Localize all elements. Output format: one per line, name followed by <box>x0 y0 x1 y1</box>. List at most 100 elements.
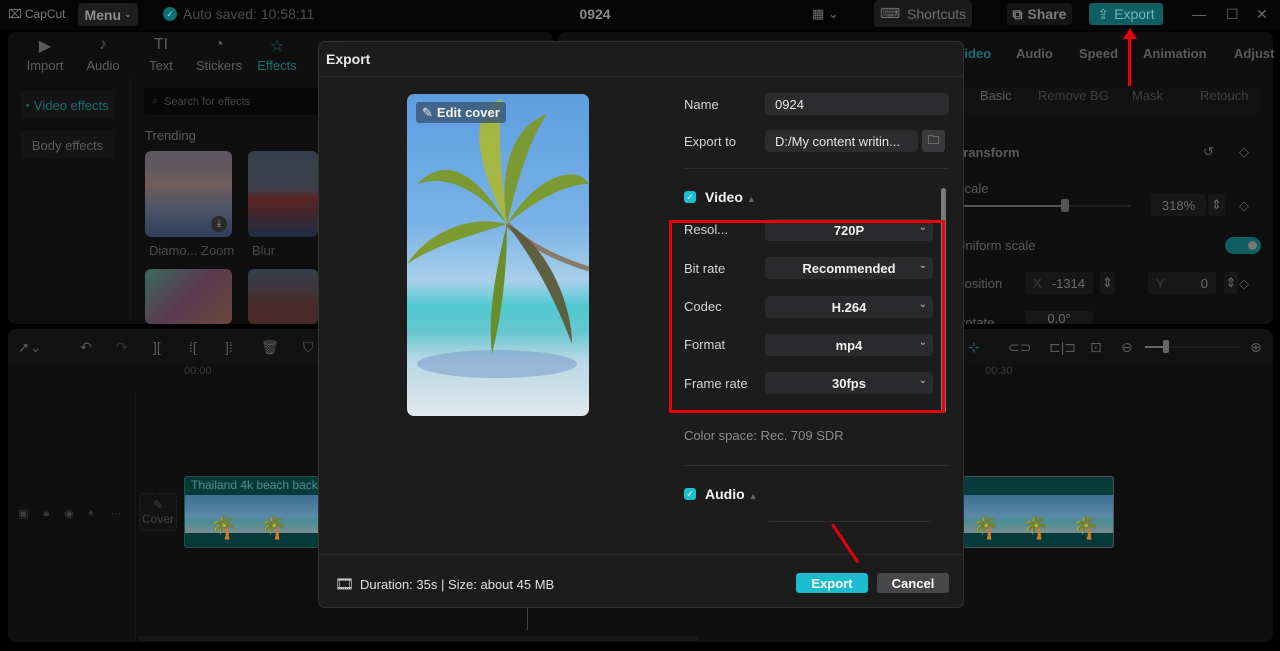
horizontal-scrollbar[interactable] <box>138 636 698 641</box>
menu-button[interactable]: Menu ⌄ <box>78 3 138 26</box>
tab-stickers[interactable]: ◔ Stickers <box>190 36 248 73</box>
zoom-slider[interactable] <box>1145 340 1240 353</box>
align-icon[interactable]: ⊏|⊐ <box>1049 339 1076 356</box>
edit-icon: ✎ <box>152 498 164 512</box>
redo-icon[interactable]: ↷ <box>116 339 128 356</box>
effect-thumbnail[interactable]: ⤓ <box>145 151 232 237</box>
video-checkbox[interactable]: ✓ <box>684 191 696 203</box>
uniform-scale-label: Uniform scale <box>956 238 1036 253</box>
film-icon: 🎞︎ <box>335 576 355 593</box>
export-button[interactable]: Export <box>796 573 868 593</box>
minimize-icon[interactable]: — <box>1192 6 1206 22</box>
scale-stepper[interactable]: ⇕ <box>1208 194 1225 216</box>
sidebar-item-body-effects[interactable]: Body effects <box>21 131 114 159</box>
maximize-icon[interactable]: ☐ <box>1226 6 1239 23</box>
marker-icon[interactable]: ⛉ <box>303 339 314 356</box>
keyframe-icon[interactable]: ◇ <box>1239 198 1249 214</box>
effects-icon: ☆ <box>269 38 285 55</box>
tab-import[interactable]: ▶ Import <box>16 36 74 73</box>
app-logo: ⌧ CapCut <box>8 7 66 21</box>
name-input[interactable]: 0924 <box>765 93 949 115</box>
cancel-button[interactable]: Cancel <box>877 573 949 593</box>
tab-adjust[interactable]: Adjust <box>1234 46 1274 61</box>
tab-speed[interactable]: Speed <box>1079 46 1118 61</box>
divider <box>130 77 131 324</box>
scale-input[interactable]: 318% <box>1151 194 1206 216</box>
layout-icon[interactable]: ▦ ⌄ <box>812 6 839 22</box>
tab-audio[interactable]: ♪ Audio <box>74 36 132 73</box>
position-x-input[interactable]: X -1314 <box>1025 272 1093 294</box>
cover-preview[interactable]: ✎ Edit cover <box>407 94 589 416</box>
tab-effects[interactable]: ☆ Effects <box>248 36 306 73</box>
import-icon: ▶ <box>38 38 52 55</box>
audio-section-title[interactable]: Audio ▲ <box>705 486 758 502</box>
zoom-out-icon[interactable]: ⊖ <box>1121 339 1133 356</box>
position-x-stepper[interactable]: ⇕ <box>1100 272 1115 294</box>
effect-thumbnail[interactable] <box>145 269 232 324</box>
share-button[interactable]: ⧉ Share <box>1007 3 1072 25</box>
delete-icon[interactable]: 🗑 <box>261 339 279 356</box>
more-icon[interactable]: ⋯ <box>110 507 121 520</box>
split-icon[interactable]: ][ <box>153 339 161 355</box>
video-clip[interactable]: 🌴 🌴 🌴 <box>963 476 1114 548</box>
section-title: Trending <box>145 128 196 143</box>
keyframe-icon[interactable]: ◇ <box>1239 144 1249 160</box>
keyframe-icon[interactable]: ◇ <box>1239 276 1249 292</box>
capcut-logo-icon: ⌧ <box>8 7 22 21</box>
clip-title: Thailand 4k beach background <box>191 478 318 492</box>
select-cursor-icon[interactable]: ➚⌄ <box>18 339 41 356</box>
slider-handle[interactable] <box>1061 199 1069 212</box>
title-bar: ⌧ CapCut Menu ⌄ ✓ Auto saved: 10:58:11 0924… <box>0 0 1280 30</box>
position-y-stepper[interactable]: ⇕ <box>1224 272 1238 294</box>
video-section-title[interactable]: Video ▲ <box>705 189 756 205</box>
uniform-scale-toggle[interactable] <box>1225 237 1261 254</box>
subtab-retouch[interactable]: Retouch <box>1200 88 1248 103</box>
link-icon[interactable]: ⊂⊃ <box>1008 339 1031 356</box>
rotate-input[interactable]: 0.0° <box>1025 311 1093 324</box>
effect-label: Diamo... Zoom <box>149 243 235 258</box>
folder-icon[interactable]: 🗀 <box>922 130 945 152</box>
subtab-remove-bg[interactable]: Remove BG <box>1038 88 1109 103</box>
magnet-icon[interactable]: ⊹ <box>968 339 980 356</box>
scale-slider[interactable] <box>956 199 1131 212</box>
eye-icon[interactable]: ◉ <box>64 507 74 520</box>
transform-label: Transform <box>956 145 1020 160</box>
close-icon[interactable]: ✕ <box>1256 6 1268 23</box>
shortcuts-button[interactable]: ⌨ Shortcuts <box>874 0 972 27</box>
upload-icon: ⇪ <box>1097 5 1110 22</box>
lock-icon[interactable]: 🔒︎ <box>43 507 49 520</box>
tab-audio[interactable]: Audio <box>1016 46 1053 61</box>
tab-animation[interactable]: Animation <box>1143 46 1207 61</box>
export-path-input[interactable]: D:/My content writin... <box>765 130 918 152</box>
undo-icon[interactable]: ↶ <box>80 339 92 356</box>
check-circle-icon: ✓ <box>163 7 177 21</box>
volume-icon[interactable]: 🔈︎ <box>89 507 96 520</box>
preview-axis-icon[interactable]: ⊡ <box>1090 339 1102 356</box>
track-video-icon[interactable]: ▣ <box>18 507 28 520</box>
tab-text[interactable]: TI Text <box>132 36 190 73</box>
effect-thumbnail[interactable] <box>248 151 318 237</box>
subtab-basic[interactable]: Basic <box>980 88 1012 103</box>
chevron-down-icon: ⌄ <box>124 9 132 19</box>
divider <box>135 389 136 642</box>
color-space-text: Color space: Rec. 709 SDR <box>684 428 844 443</box>
subtab-mask[interactable]: Mask <box>1132 88 1163 103</box>
effect-thumbnail[interactable] <box>248 269 318 324</box>
export-button-top[interactable]: ⇪ Export <box>1089 3 1163 25</box>
track-controls: ▣ 🔒︎ ◉ 🔈︎ ⋯ <box>18 507 121 520</box>
edit-cover-button[interactable]: ✎ Edit cover <box>416 102 506 123</box>
zoom-in-icon[interactable]: ⊕ <box>1250 339 1262 356</box>
playhead[interactable] <box>527 608 528 630</box>
split-left-icon[interactable]: ⁞[ <box>189 339 197 355</box>
split-right-icon[interactable]: ]⁞ <box>225 339 233 355</box>
video-clip[interactable]: Thailand 4k beach background 🌴🌴 <box>184 476 319 548</box>
download-icon[interactable]: ⤓ <box>211 216 227 232</box>
position-y-input[interactable]: Y0 <box>1148 272 1216 294</box>
reset-icon[interactable]: ↺ <box>1203 144 1214 160</box>
sidebar-item-video-effects[interactable]: ▸ Video effects <box>21 91 114 119</box>
cover-button[interactable]: ✎ Cover <box>139 493 177 531</box>
audio-checkbox[interactable]: ✓ <box>684 488 696 500</box>
ruler-mark: 00:30 <box>985 365 1013 377</box>
dialog-title: Export <box>326 51 371 67</box>
effects-search-input[interactable]: ⌕ Search for effects <box>144 88 324 115</box>
